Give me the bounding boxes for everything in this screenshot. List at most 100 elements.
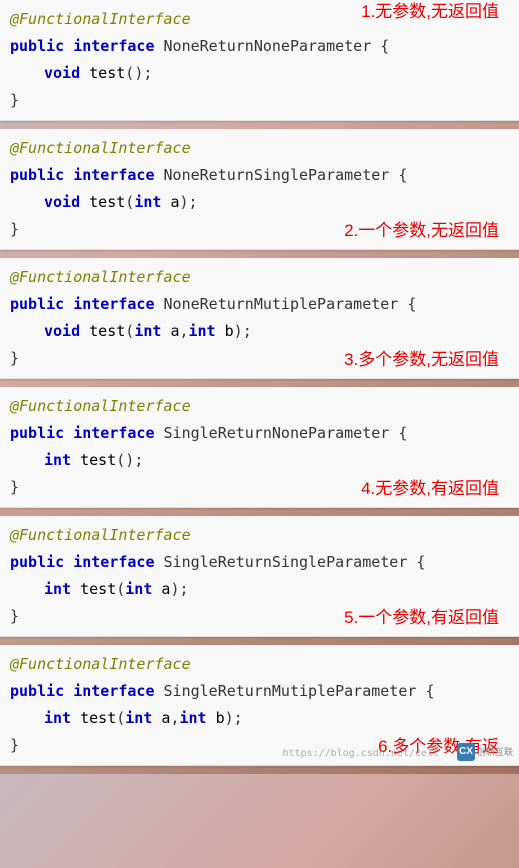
- method-name: test: [80, 451, 116, 469]
- code-block-2: @FunctionalInterface public interface Non…: [0, 129, 519, 250]
- keyword-interface: interface: [73, 553, 154, 571]
- semicolon: ;: [189, 193, 198, 211]
- code-block-4: @FunctionalInterface public interface Sin…: [0, 387, 519, 508]
- annotation-line: @FunctionalInterface: [10, 393, 509, 420]
- declaration-line: public interface NoneReturnMutipleParame…: [10, 291, 509, 318]
- interface-name: SingleReturnSingleParameter: [164, 553, 408, 571]
- watermark: https://blog.csdn.net/cell: [282, 745, 439, 763]
- caption-2: 2.一个参数,无返回值: [344, 216, 499, 247]
- return-type: int: [44, 709, 71, 727]
- caption-3: 3.多个参数,无返回值: [344, 345, 499, 376]
- return-type: void: [44, 193, 80, 211]
- method-name: test: [80, 580, 116, 598]
- semicolon: ;: [179, 580, 188, 598]
- open-paren: (: [116, 580, 125, 598]
- param-type-1: int: [134, 322, 161, 340]
- keyword-interface: interface: [73, 295, 154, 313]
- method-name: test: [80, 709, 116, 727]
- method-name: test: [89, 193, 125, 211]
- annotation: @FunctionalInterface: [10, 139, 191, 157]
- interface-name: NoneReturnSingleParameter: [164, 166, 390, 184]
- interface-name: SingleReturnNoneParameter: [164, 424, 390, 442]
- annotation-line: @FunctionalInterface: [10, 264, 509, 291]
- close-brace: }: [10, 607, 19, 625]
- return-type: void: [44, 322, 80, 340]
- param-type: int: [125, 580, 152, 598]
- close-paren: ): [179, 193, 188, 211]
- close-brace: }: [10, 478, 19, 496]
- caption-4: 4.无参数,有返回值: [361, 474, 499, 505]
- declaration-line: public interface SingleReturnNoneParamet…: [10, 420, 509, 447]
- annotation: @FunctionalInterface: [10, 526, 191, 544]
- close-brace: }: [10, 736, 19, 754]
- semicolon: ;: [134, 451, 143, 469]
- close-brace: }: [10, 220, 19, 238]
- semicolon: ;: [234, 709, 243, 727]
- close-brace: }: [10, 91, 19, 109]
- annotation-line: @FunctionalInterface: [10, 651, 509, 678]
- annotation: @FunctionalInterface: [10, 268, 191, 286]
- close-brace-line: }: [10, 87, 509, 114]
- declaration-line: public interface NoneReturnNoneParameter…: [10, 33, 509, 60]
- keyword-public: public: [10, 424, 64, 442]
- param-type-1: int: [125, 709, 152, 727]
- logo-icon: CX: [457, 743, 475, 761]
- method-line: void test(int a);: [10, 189, 509, 216]
- param-type: int: [134, 193, 161, 211]
- close-paren: ): [234, 322, 243, 340]
- keyword-interface: interface: [73, 682, 154, 700]
- param-var-2: b: [225, 322, 234, 340]
- keyword-interface: interface: [73, 37, 154, 55]
- annotation: @FunctionalInterface: [10, 655, 191, 673]
- open-paren: (: [116, 451, 125, 469]
- return-type: int: [44, 580, 71, 598]
- caption-5: 5.一个参数,有返回值: [344, 603, 499, 634]
- code-block-6: @FunctionalInterface public interface Sin…: [0, 645, 519, 766]
- method-line: int test();: [10, 447, 509, 474]
- open-paren: (: [125, 64, 134, 82]
- close-brace: }: [10, 349, 19, 367]
- comma: ,: [179, 322, 188, 340]
- open-paren: (: [125, 193, 134, 211]
- open-brace: {: [398, 424, 407, 442]
- keyword-public: public: [10, 295, 64, 313]
- logo-text: 创新互联: [477, 748, 513, 757]
- open-brace: {: [380, 37, 389, 55]
- param-var-2: b: [216, 709, 225, 727]
- keyword-public: public: [10, 553, 64, 571]
- open-brace: {: [416, 553, 425, 571]
- interface-name: SingleReturnMutipleParameter: [164, 682, 417, 700]
- return-type: int: [44, 451, 71, 469]
- keyword-interface: interface: [73, 166, 154, 184]
- param-type-2: int: [179, 709, 206, 727]
- annotation: @FunctionalInterface: [10, 397, 191, 415]
- declaration-line: public interface NoneReturnSingleParamet…: [10, 162, 509, 189]
- param-type-2: int: [189, 322, 216, 340]
- method-line: void test(int a,int b);: [10, 318, 509, 345]
- open-brace: {: [407, 295, 416, 313]
- interface-name: NoneReturnNoneParameter: [164, 37, 372, 55]
- caption-1: 1.无参数,无返回值: [361, 0, 499, 28]
- code-block-1: @FunctionalInterfacepublic interface Non…: [0, 0, 519, 121]
- open-brace: {: [425, 682, 434, 700]
- declaration-line: public interface SingleReturnSingleParam…: [10, 549, 509, 576]
- code-block-3: @FunctionalInterface public interface Non…: [0, 258, 519, 379]
- declaration-line: public interface SingleReturnMutiplePara…: [10, 678, 509, 705]
- method-line: int test(int a);: [10, 576, 509, 603]
- close-paren: ): [125, 451, 134, 469]
- method-name: test: [89, 64, 125, 82]
- method-line: void test();: [10, 60, 509, 87]
- code-block-5: @FunctionalInterface public interface Sin…: [0, 516, 519, 637]
- interface-name: NoneReturnMutipleParameter: [164, 295, 399, 313]
- open-paren: (: [125, 322, 134, 340]
- brand-logo: CX创新互联: [457, 743, 513, 761]
- close-paren: ): [134, 64, 143, 82]
- return-type: void: [44, 64, 80, 82]
- open-brace: {: [398, 166, 407, 184]
- keyword-interface: interface: [73, 424, 154, 442]
- open-paren: (: [116, 709, 125, 727]
- annotation-line: @FunctionalInterface: [10, 135, 509, 162]
- keyword-public: public: [10, 166, 64, 184]
- semicolon: ;: [243, 322, 252, 340]
- keyword-public: public: [10, 37, 64, 55]
